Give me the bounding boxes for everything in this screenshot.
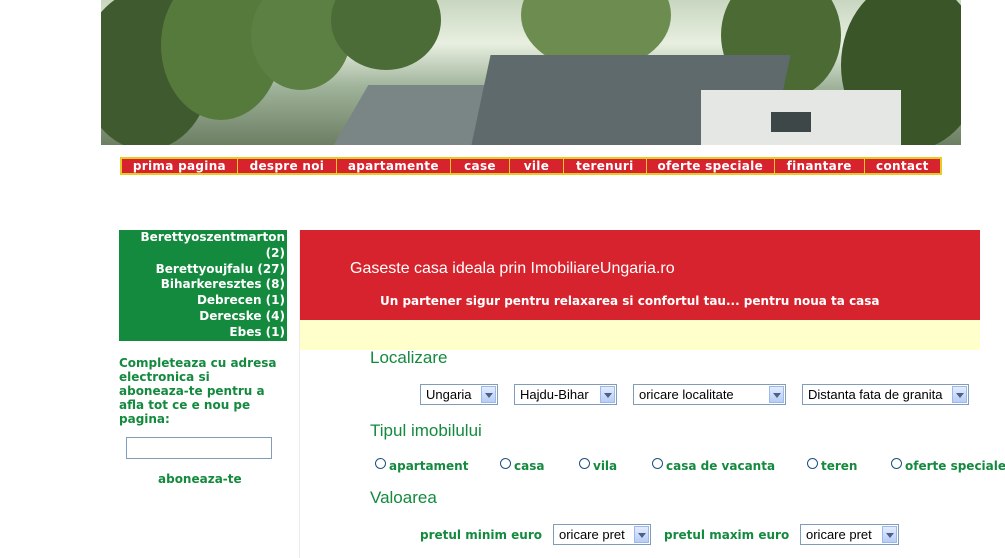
locality-link[interactable]: Berettyoujfalu (27) — [119, 262, 287, 278]
hero-strip — [300, 320, 980, 350]
subscribe-link[interactable]: aboneaza-te — [158, 472, 242, 486]
nav-contact[interactable]: contact — [865, 159, 940, 173]
radio-button[interactable] — [652, 457, 663, 469]
max-price-select[interactable]: oricare pret — [800, 524, 899, 545]
nav-terenuri[interactable]: terenuri — [564, 159, 647, 173]
max-price-label: pretul maxim euro — [664, 528, 790, 542]
radio-button[interactable] — [579, 457, 590, 469]
chevron-down-icon — [769, 386, 784, 403]
hero-title: Gaseste casa ideala prin ImobiliareUngar… — [350, 260, 675, 277]
header-banner-image — [101, 0, 961, 145]
nav-apartamente[interactable]: apartamente — [337, 159, 451, 173]
locality-link[interactable]: Berettyoszentmarton (2) — [119, 230, 287, 262]
type-option-vila[interactable]: vila — [579, 457, 617, 474]
radio-button[interactable] — [375, 457, 386, 469]
locality-link[interactable]: Derecske (4) — [119, 309, 287, 325]
min-price-select[interactable]: oricare pret — [553, 524, 651, 545]
property-type-title: Tipul imobilului — [370, 421, 482, 440]
nav-oferte-speciale[interactable]: oferte speciale — [647, 159, 775, 173]
min-price-label: pretul minim euro — [420, 528, 543, 542]
location-title: Localizare — [370, 348, 448, 367]
chevron-down-icon — [882, 526, 897, 543]
locality-link[interactable]: Debrecen (1) — [119, 293, 287, 309]
nav-finantare[interactable]: finantare — [775, 159, 865, 173]
nav-despre-noi[interactable]: despre noi — [238, 159, 337, 173]
hero-subtitle: Un partener sigur pentru relaxarea si co… — [380, 294, 880, 308]
newsletter-description: Completeaza cu adresa electronica si abo… — [119, 356, 277, 426]
hero-box: Gaseste casa ideala prin ImobiliareUngar… — [300, 230, 980, 320]
locality-select[interactable]: oricare localitate — [633, 384, 786, 405]
type-option-casa[interactable]: casa — [500, 457, 544, 474]
chevron-down-icon — [481, 386, 496, 403]
locality-list: Berettyoszentmarton (2) Berettyoujfalu (… — [119, 230, 287, 355]
county-select[interactable]: Hajdu-Bihar — [514, 384, 617, 405]
chevron-down-icon — [600, 386, 615, 403]
locality-link[interactable]: Hajduszoboszlo (28) — [119, 341, 287, 357]
radio-button[interactable] — [807, 457, 818, 469]
radio-button[interactable] — [500, 457, 511, 469]
type-option-oferte-speciale[interactable]: oferte speciale — [891, 457, 1005, 474]
radio-button[interactable] — [891, 457, 902, 469]
nav-prima-pagina[interactable]: prima pagina — [122, 159, 238, 173]
locality-link[interactable]: Ebes (1) — [119, 325, 287, 341]
country-select[interactable]: Ungaria — [420, 384, 498, 405]
value-title: Valoarea — [370, 488, 437, 507]
main-nav: prima pagina despre noi apartamente case… — [120, 157, 942, 175]
nav-case[interactable]: case — [451, 159, 511, 173]
locality-link[interactable]: Biharkeresztes (8) — [119, 277, 287, 293]
chevron-down-icon — [952, 386, 967, 403]
newsletter-email-input[interactable] — [126, 437, 272, 459]
type-option-teren[interactable]: teren — [807, 457, 857, 474]
distance-select[interactable]: Distanta fata de granita — [802, 384, 969, 405]
type-option-apartament[interactable]: apartament — [375, 457, 468, 474]
nav-vile[interactable]: vile — [510, 159, 564, 173]
type-option-casa-de-vacanta[interactable]: casa de vacanta — [652, 457, 775, 474]
chevron-down-icon — [634, 526, 649, 543]
